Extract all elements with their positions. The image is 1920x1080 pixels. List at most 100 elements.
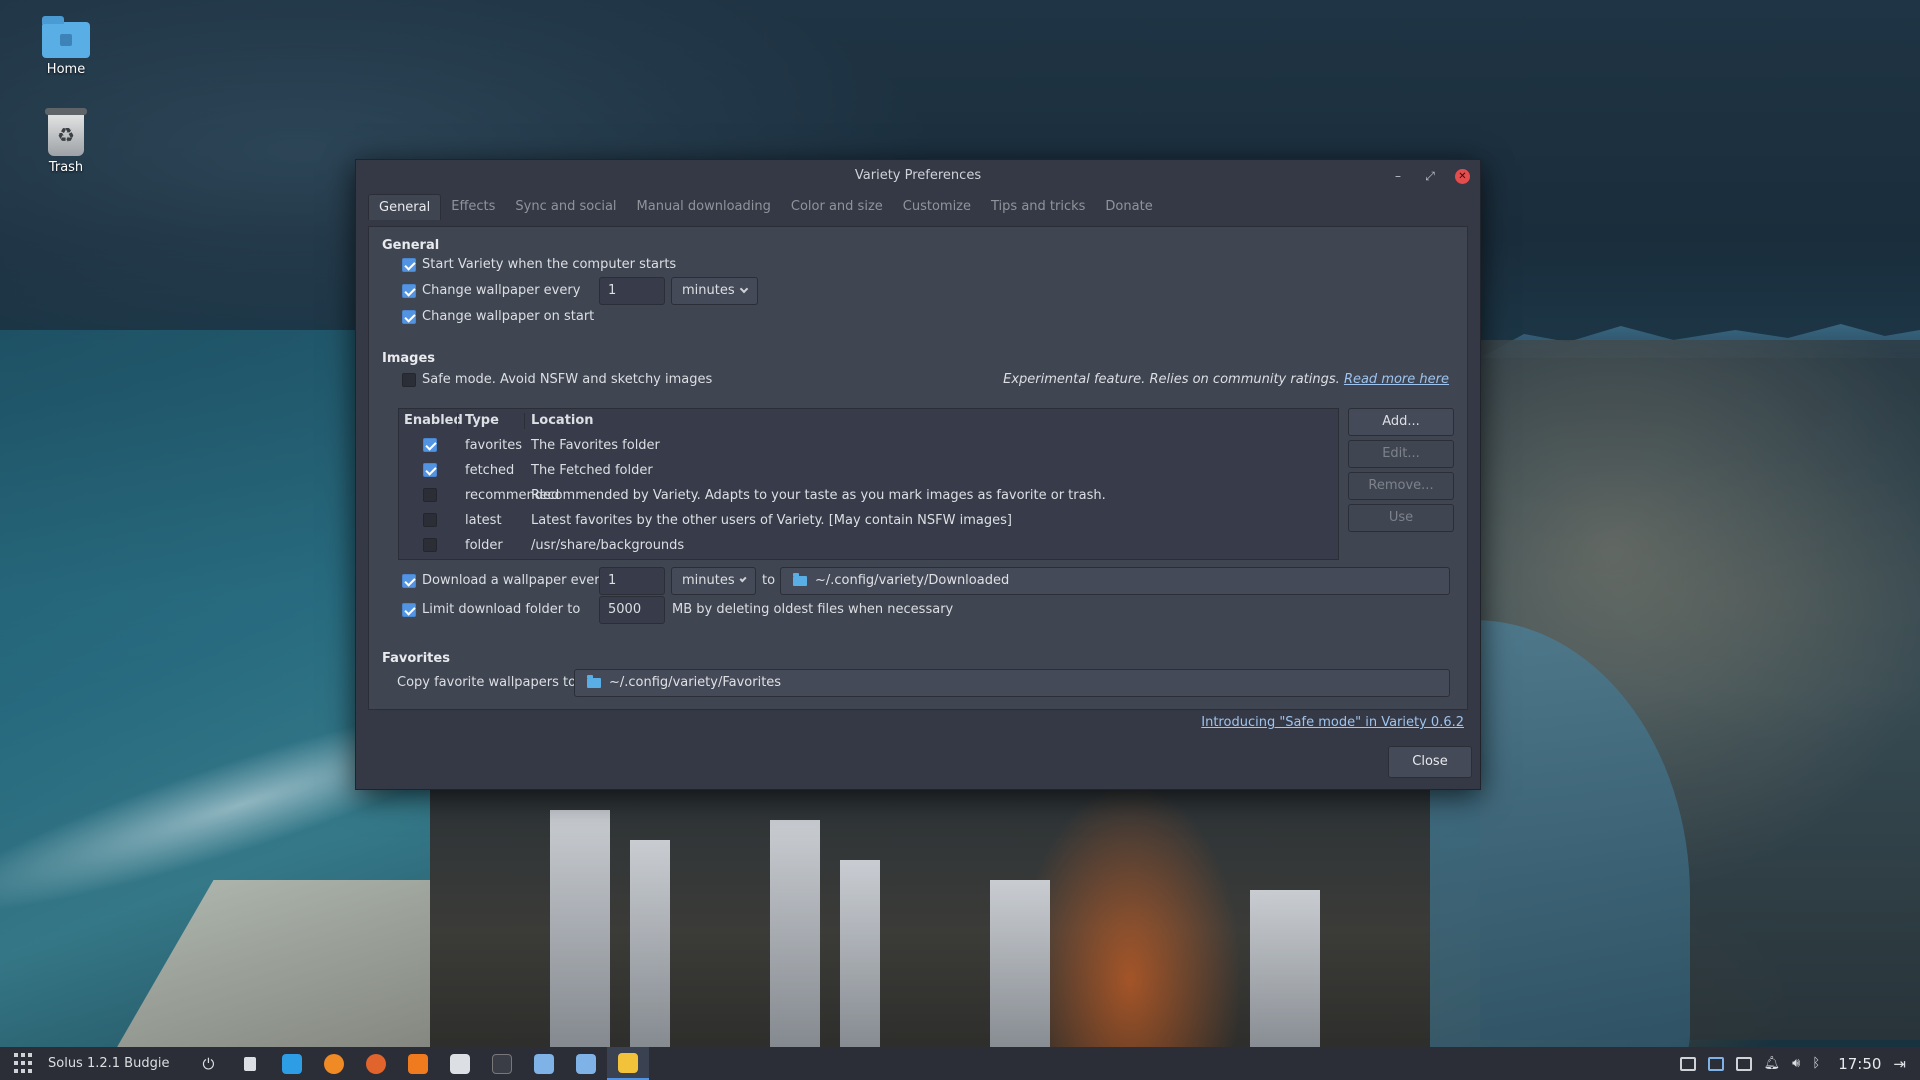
image-sources-table: Enabled Type Location favorites The Favo… — [398, 408, 1339, 560]
row-type: favorites — [465, 438, 523, 453]
limit-folder-checkbox[interactable]: Limit download folder to — [402, 602, 580, 617]
use-source-button[interactable]: Use — [1348, 504, 1454, 532]
copy-favorites-label: Copy favorite wallpapers to — [397, 675, 577, 690]
checkbox[interactable] — [402, 283, 416, 298]
volume-icon[interactable]: 🔊︎ — [1792, 1056, 1800, 1071]
remove-source-button[interactable]: Remove... — [1348, 472, 1454, 500]
row-enabled-checkbox[interactable] — [423, 463, 437, 477]
row-enabled-checkbox[interactable] — [423, 438, 437, 452]
wallpaper-tower — [770, 820, 820, 1080]
start-on-boot-checkbox[interactable]: Start Variety when the computer starts — [402, 257, 676, 272]
row-type: latest — [465, 513, 502, 528]
chevron-down-icon — [739, 284, 748, 294]
column-header-type[interactable]: Type — [465, 409, 499, 433]
tab-customize[interactable]: Customize — [893, 194, 981, 220]
download-folder-chooser[interactable]: ~/.config/variety/Downloaded — [780, 567, 1450, 595]
add-source-button[interactable]: Add... — [1348, 408, 1454, 436]
tab-manual-downloading[interactable]: Manual downloading — [627, 194, 781, 220]
screenshot-tray-icon[interactable] — [1707, 1056, 1724, 1071]
row-location: Recommended by Variety. Adapts to your t… — [531, 488, 1106, 503]
minimize-button[interactable]: – — [1391, 160, 1405, 192]
trash-icon: ♻ — [45, 108, 87, 156]
favorites-folder-path: ~/.config/variety/Favorites — [609, 675, 782, 690]
row-enabled-checkbox[interactable] — [423, 488, 437, 502]
system-tray: 🔔︎ 🔊︎ ᛒ 17:50 ⇥ — [1679, 1047, 1920, 1080]
download-every-checkbox[interactable]: Download a wallpaper every — [402, 573, 607, 588]
checkbox[interactable] — [402, 309, 416, 324]
power-icon[interactable]: ⏻ — [187, 1047, 229, 1080]
tab-donate[interactable]: Donate — [1095, 194, 1162, 220]
tab-general[interactable]: General — [368, 194, 442, 220]
tab-effects[interactable]: Effects — [441, 194, 505, 220]
restore-button[interactable]: ⤢ — [1423, 160, 1437, 192]
tab-tips-and-tricks[interactable]: Tips and tricks — [981, 194, 1095, 220]
checkbox[interactable] — [402, 602, 416, 617]
camera-icon[interactable] — [565, 1047, 607, 1080]
section-title-images: Images — [382, 351, 436, 366]
download-interval-input[interactable]: 1 — [599, 567, 665, 595]
music-icon[interactable] — [439, 1047, 481, 1080]
table-row[interactable]: latest Latest favorites by the other use… — [399, 508, 1338, 533]
player-icon[interactable] — [397, 1047, 439, 1080]
files-icon[interactable] — [229, 1047, 271, 1080]
download-to-label: to — [762, 573, 776, 588]
table-row[interactable]: fetched The Fetched folder — [399, 458, 1338, 483]
media-icon[interactable] — [355, 1047, 397, 1080]
checkbox[interactable] — [402, 257, 416, 272]
firefox-icon[interactable] — [313, 1047, 355, 1080]
checkbox-label: Safe mode. Avoid NSFW and sketchy images — [422, 372, 713, 387]
row-enabled-checkbox[interactable] — [423, 538, 437, 552]
window-title: Variety Preferences — [854, 168, 982, 183]
variety-icon[interactable] — [607, 1047, 650, 1080]
close-window-button[interactable]: ✕ — [1455, 168, 1470, 184]
checkbox[interactable] — [402, 573, 416, 588]
select-value: minutes — [682, 283, 735, 298]
checkbox-label: Limit download folder to — [422, 602, 581, 617]
screenshot-icon[interactable] — [523, 1047, 565, 1080]
chat-icon[interactable] — [1735, 1056, 1752, 1071]
change-every-checkbox[interactable]: Change wallpaper every — [402, 283, 580, 298]
logout-icon[interactable]: ⇥ — [1893, 1055, 1906, 1073]
close-button[interactable]: Close — [1388, 746, 1472, 778]
app-menu-grid-icon[interactable] — [14, 1052, 36, 1075]
limit-size-input[interactable]: 5000 — [599, 596, 665, 624]
display-icon[interactable] — [1679, 1056, 1696, 1071]
desktop-icon-home[interactable]: Home — [16, 16, 116, 77]
change-interval-input[interactable]: 1 — [599, 277, 665, 305]
clock[interactable]: 17:50 — [1838, 1055, 1881, 1073]
preferences-window: Variety Preferences – ⤢ ✕ General Effect… — [355, 159, 1481, 790]
tab-sync-and-social[interactable]: Sync and social — [505, 194, 626, 220]
favorites-folder-chooser[interactable]: ~/.config/variety/Favorites — [574, 669, 1450, 697]
bluetooth-icon[interactable]: ᛒ — [1812, 1056, 1820, 1071]
terminal-icon[interactable] — [481, 1047, 523, 1080]
safe-mode-checkbox[interactable]: Safe mode. Avoid NSFW and sketchy images — [402, 372, 712, 387]
download-interval-unit-select[interactable]: minutes — [671, 567, 756, 595]
row-type: folder — [465, 538, 503, 553]
desktop-icon-label: Trash — [48, 160, 84, 175]
safe-mode-note-text: Experimental feature. Relies on communit… — [1003, 372, 1340, 387]
desktop-icon-label: Home — [46, 62, 86, 77]
desktop-icon-trash[interactable]: ♻ Trash — [16, 108, 116, 175]
window-titlebar[interactable]: Variety Preferences – ⤢ ✕ — [356, 160, 1480, 192]
row-location: The Fetched folder — [531, 463, 653, 478]
table-row[interactable]: folder /usr/share/backgrounds — [399, 533, 1338, 558]
general-tab-panel: General Start Variety when the computer … — [368, 226, 1468, 710]
row-location: Latest favorites by the other users of V… — [531, 513, 1012, 528]
download-icon[interactable] — [271, 1047, 313, 1080]
tab-bar: General Effects Sync and social Manual d… — [356, 192, 1480, 220]
table-row[interactable]: favorites The Favorites folder — [399, 433, 1338, 458]
read-more-link[interactable]: Read more here — [1344, 372, 1449, 387]
column-header-enabled[interactable]: Enabled — [404, 409, 463, 433]
row-enabled-checkbox[interactable] — [423, 513, 437, 527]
column-header-location[interactable]: Location — [531, 409, 594, 433]
edit-source-button[interactable]: Edit... — [1348, 440, 1454, 468]
notification-bell-icon[interactable]: 🔔︎ — [1764, 1056, 1781, 1071]
taskbar-apps: ⏻ — [187, 1047, 650, 1080]
change-on-start-checkbox[interactable]: Change wallpaper on start — [402, 309, 594, 324]
wallpaper-tower — [550, 810, 610, 1080]
checkbox[interactable] — [402, 372, 416, 387]
table-row[interactable]: recommended Recommended by Variety. Adap… — [399, 483, 1338, 508]
change-interval-unit-select[interactable]: minutes — [671, 277, 758, 305]
safe-mode-announcement-link[interactable]: Introducing "Safe mode" in Variety 0.6.2 — [1201, 715, 1464, 730]
tab-color-and-size[interactable]: Color and size — [781, 194, 893, 220]
